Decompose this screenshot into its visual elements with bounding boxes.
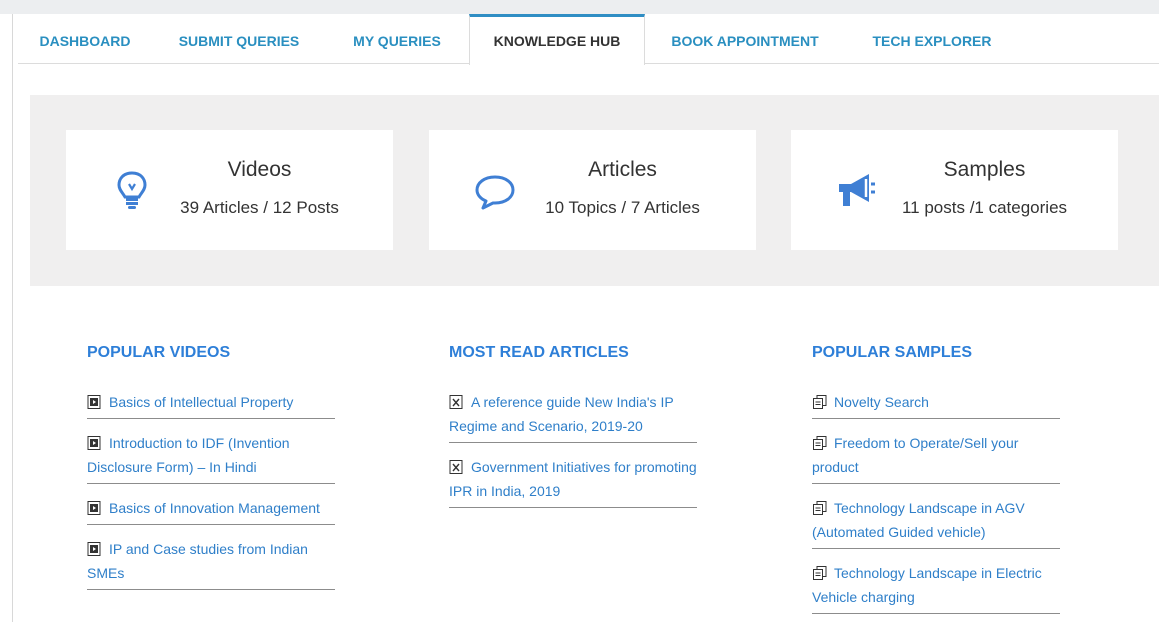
- left-border: [12, 14, 13, 622]
- video-file-icon: [87, 436, 101, 450]
- excel-file-icon: [449, 460, 463, 474]
- video-file-icon: [87, 395, 101, 409]
- sample-link-text: Technology Landscape in AGV (Automated G…: [812, 500, 1025, 540]
- video-link-item[interactable]: Introduction to IDF (Invention Disclosur…: [87, 431, 335, 484]
- articles-card[interactable]: Articles 10 Topics / 7 Articles: [429, 130, 756, 250]
- tab-dashboard[interactable]: DASHBOARD: [18, 14, 152, 64]
- video-link-item[interactable]: Basics of Intellectual Property: [87, 390, 335, 419]
- sample-link-text: Freedom to Operate/Sell your product: [812, 435, 1019, 475]
- tab-book-appointment[interactable]: BOOK APPOINTMENT: [661, 14, 829, 64]
- video-link-item[interactable]: IP and Case studies from Indian SMEs: [87, 537, 335, 590]
- copy-document-icon: [813, 501, 827, 515]
- top-strip: [0, 0, 1159, 14]
- video-link-text: Introduction to IDF (Invention Disclosur…: [87, 435, 290, 475]
- videos-card-count: 39 Articles / 12 Posts: [180, 198, 339, 217]
- videos-card[interactable]: Videos 39 Articles / 12 Posts: [66, 130, 393, 250]
- video-file-icon: [87, 542, 101, 556]
- article-link-text: A reference guide New India's IP Regime …: [449, 394, 674, 434]
- samples-card-title: Samples: [943, 158, 1026, 181]
- tab-my-queries[interactable]: MY QUERIES: [344, 14, 450, 64]
- article-link-item[interactable]: A reference guide New India's IP Regime …: [449, 390, 697, 443]
- articles-card-count: 10 Topics / 7 Articles: [545, 198, 700, 217]
- sample-link-item[interactable]: Technology Landscape in AGV (Automated G…: [812, 496, 1060, 549]
- excel-file-icon: [449, 395, 463, 409]
- article-link-item[interactable]: Government Initiatives for promoting IPR…: [449, 455, 697, 508]
- popular-videos-section: POPULAR VIDEOS Basics of Intellectual Pr…: [87, 344, 337, 602]
- sample-link-item[interactable]: Novelty Search: [812, 390, 1060, 419]
- tab-knowledge-hub[interactable]: KNOWLEDGE HUB: [469, 14, 645, 65]
- video-link-text: Basics of Intellectual Property: [109, 394, 294, 410]
- tab-tech-explorer[interactable]: TECH EXPLORER: [868, 14, 996, 64]
- video-link-item[interactable]: Basics of Innovation Management: [87, 496, 335, 525]
- video-file-icon: [87, 501, 101, 515]
- article-link-text: Government Initiatives for promoting IPR…: [449, 459, 697, 499]
- main-tabbar: DASHBOARD SUBMIT QUERIES MY QUERIES KNOW…: [18, 14, 1159, 65]
- sample-link-item[interactable]: Technology Landscape in Electric Vehicle…: [812, 561, 1060, 614]
- copy-document-icon: [813, 436, 827, 450]
- video-link-text: IP and Case studies from Indian SMEs: [87, 541, 308, 581]
- most-read-articles-heading: MOST READ ARTICLES: [449, 344, 629, 361]
- copy-document-icon: [813, 395, 827, 409]
- sample-link-text: Novelty Search: [834, 394, 929, 410]
- articles-card-title: Articles: [588, 158, 657, 181]
- videos-card-title: Videos: [227, 158, 292, 181]
- samples-card[interactable]: Samples 11 posts /1 categories: [791, 130, 1118, 250]
- sample-link-item[interactable]: Freedom to Operate/Sell your product: [812, 431, 1060, 484]
- tab-submit-queries[interactable]: SUBMIT QUERIES: [168, 14, 310, 64]
- most-read-articles-section: MOST READ ARTICLES A reference guide New…: [449, 344, 699, 520]
- popular-videos-heading: POPULAR VIDEOS: [87, 344, 231, 361]
- sample-link-text: Technology Landscape in Electric Vehicle…: [812, 565, 1042, 605]
- copy-document-icon: [813, 566, 827, 580]
- popular-samples-section: POPULAR SAMPLES Novelty Search Freedom t…: [812, 344, 1062, 622]
- video-link-text: Basics of Innovation Management: [109, 500, 320, 516]
- samples-card-count: 11 posts /1 categories: [901, 198, 1068, 217]
- popular-samples-heading: POPULAR SAMPLES: [812, 344, 973, 361]
